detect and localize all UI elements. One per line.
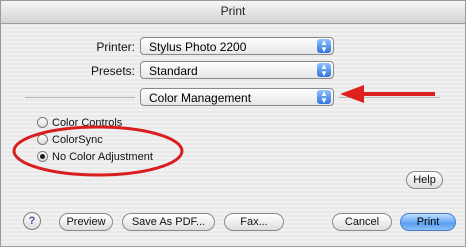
- title-bar[interactable]: Print: [1, 1, 465, 24]
- updown-arrows-icon: ▲ ▼: [317, 39, 331, 54]
- presets-value: Standard: [149, 64, 198, 78]
- panel-value: Color Management: [149, 91, 252, 105]
- presets-label: Presets:: [90, 64, 135, 78]
- radio-no-color-adjustment[interactable]: No Color Adjustment: [37, 151, 153, 163]
- radio-color-controls[interactable]: Color Controls: [37, 117, 122, 129]
- fax-button[interactable]: Fax...: [224, 213, 284, 231]
- radio-label: ColorSync: [52, 134, 103, 146]
- save-as-pdf-button[interactable]: Save As PDF...: [122, 213, 215, 231]
- radio-label: Color Controls: [52, 117, 123, 129]
- printer-label: Printer:: [96, 40, 135, 54]
- panel-popup[interactable]: Color Management ▲ ▼: [140, 88, 334, 106]
- radio-button[interactable]: [37, 117, 48, 128]
- radio-button[interactable]: [37, 151, 48, 162]
- radio-label: No Color Adjustment: [52, 151, 153, 163]
- presets-popup[interactable]: Standard ▲ ▼: [140, 61, 334, 79]
- updown-arrows-icon: ▲ ▼: [317, 63, 331, 78]
- print-dialog: Print Printer: Stylus Photo 2200 ▲ ▼ Pres…: [0, 0, 466, 247]
- window-title: Print: [220, 4, 246, 18]
- radio-colorsync[interactable]: ColorSync: [37, 134, 103, 146]
- cancel-button[interactable]: Cancel: [332, 213, 392, 231]
- question-mark-icon[interactable]: ?: [23, 212, 41, 230]
- print-button[interactable]: Print: [400, 213, 456, 231]
- divider-left: [25, 97, 135, 98]
- printer-value: Stylus Photo 2200: [149, 40, 247, 54]
- updown-arrows-icon: ▲ ▼: [317, 90, 331, 105]
- radio-button[interactable]: [37, 134, 48, 145]
- printer-popup[interactable]: Stylus Photo 2200 ▲ ▼: [140, 37, 334, 55]
- divider-right: [338, 97, 440, 98]
- help-button[interactable]: Help: [406, 171, 443, 189]
- preview-button[interactable]: Preview: [59, 213, 113, 231]
